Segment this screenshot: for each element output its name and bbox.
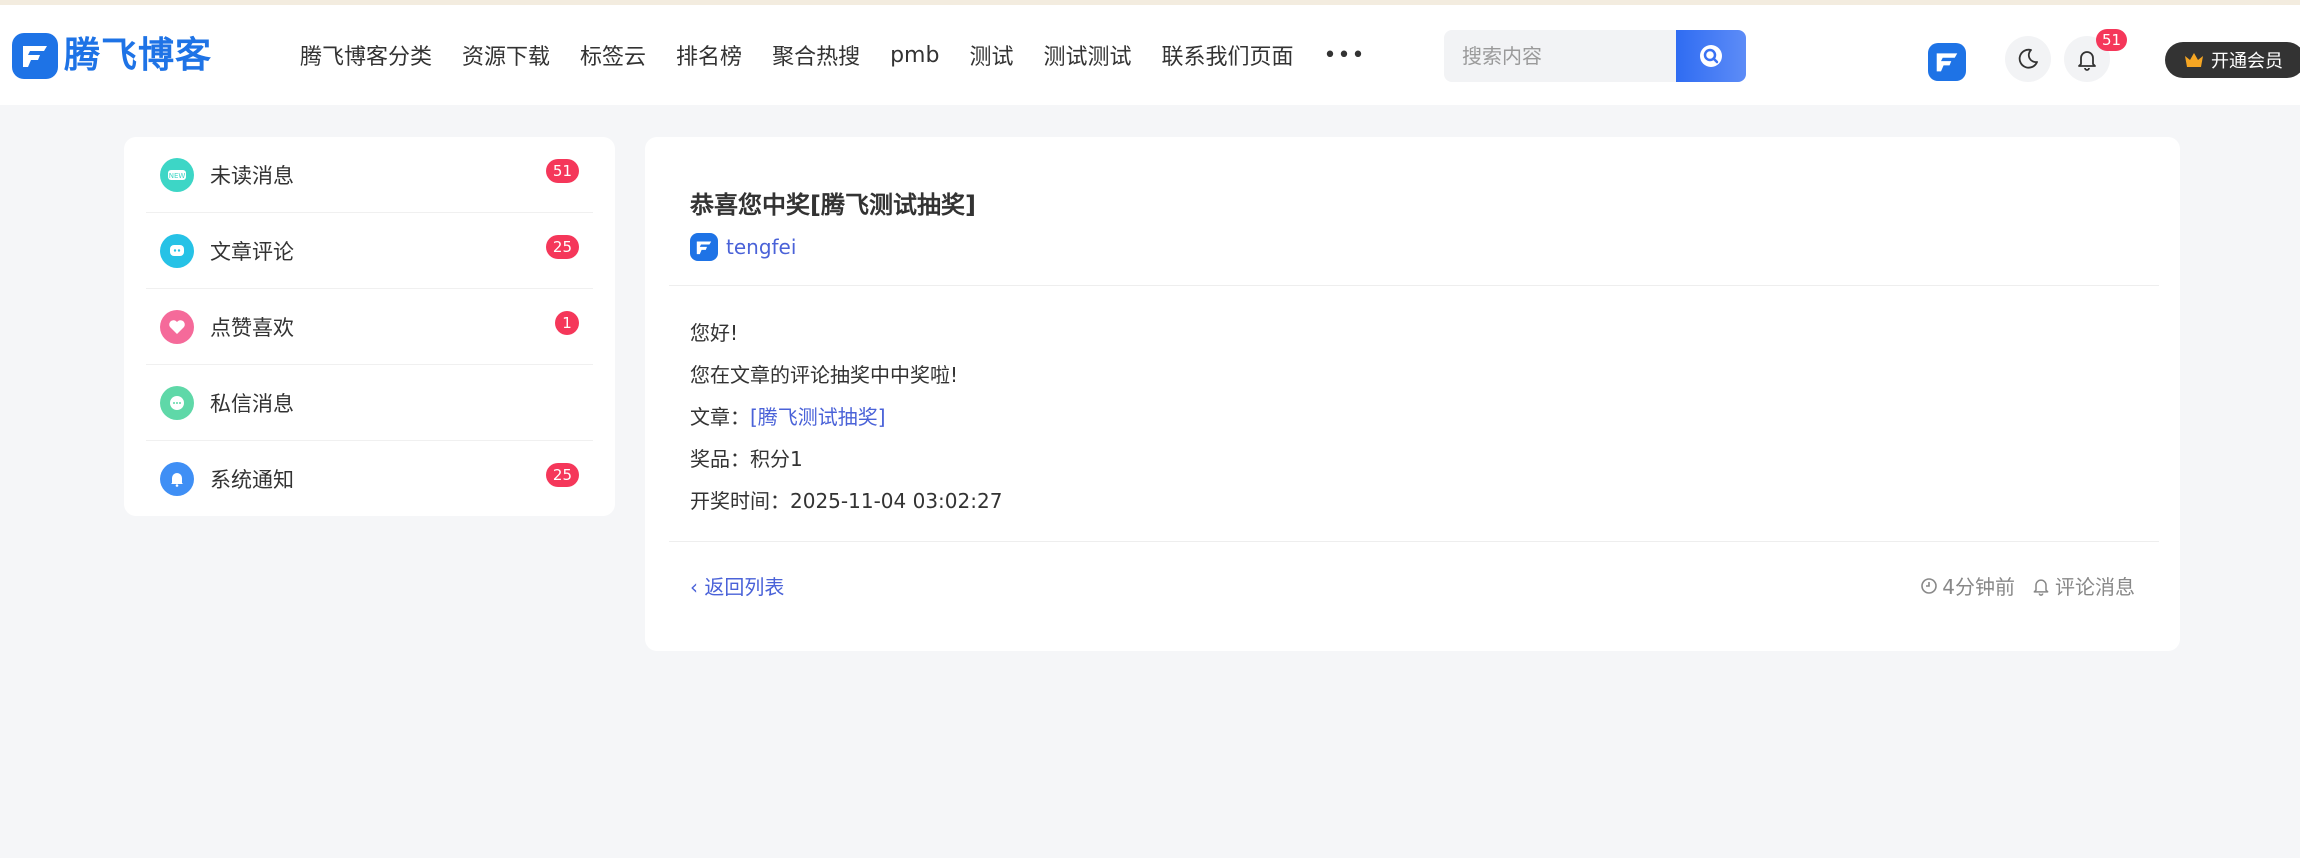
- message-body: 您好! 您在文章的评论抽奖中中奖啦! 文章：[腾飞测试抽奖] 奖品：积分1 开奖…: [690, 312, 1002, 522]
- site-header: 腾飞博客 腾飞博客分类 资源下载 标签云 排名榜 聚合热搜 pmb 测试 测试测…: [0, 5, 2300, 105]
- message-detail-card: 恭喜您中奖[腾飞测试抽奖] tengfei 您好! 您在文章的评论抽奖中中奖啦!…: [645, 137, 2180, 651]
- time-ago: 4分钟前: [1920, 571, 2015, 600]
- message-icon: [160, 385, 194, 420]
- author-avatar: [690, 233, 718, 261]
- site-logo[interactable]: 腾飞博客: [12, 31, 212, 81]
- chat-icon: [160, 233, 194, 268]
- author[interactable]: tengfei: [690, 233, 796, 261]
- bell-icon: [2033, 578, 2049, 596]
- moon-icon: [2018, 48, 2038, 69]
- nav-more-icon[interactable]: •••: [1324, 43, 1366, 68]
- search-icon: [1700, 45, 1722, 67]
- sidebar-item-comments[interactable]: 文章评论 25: [146, 213, 593, 289]
- nav-item-test-test[interactable]: 测试测试: [1043, 39, 1131, 71]
- category-text: 评论消息: [2055, 575, 2135, 599]
- article-label: 文章：: [690, 405, 750, 429]
- nav-item-hot-search[interactable]: 聚合热搜: [772, 39, 860, 71]
- chevron-left-icon: ‹: [690, 575, 698, 599]
- nav-item-category[interactable]: 腾飞博客分类: [300, 39, 432, 71]
- draw-time-label: 开奖时间：: [690, 489, 790, 513]
- greeting: 您好!: [690, 321, 739, 345]
- sidebar-item-label: 未读消息: [210, 163, 294, 188]
- main-nav: 腾飞博客分类 资源下载 标签云 排名榜 聚合热搜 pmb 测试 测试测试 联系我…: [300, 5, 1365, 105]
- nav-item-test[interactable]: 测试: [969, 39, 1013, 71]
- message-category: 评论消息: [2031, 571, 2135, 600]
- prize-label: 奖品：: [690, 447, 750, 471]
- nav-item-ranking[interactable]: 排名榜: [676, 39, 742, 71]
- vip-label: 开通会员: [2211, 51, 2283, 72]
- search-button[interactable]: [1676, 30, 1746, 82]
- sidebar-item-private-messages[interactable]: 私信消息: [146, 365, 593, 441]
- nav-item-contact[interactable]: 联系我们页面: [1161, 39, 1293, 71]
- sidebar-item-unread[interactable]: NEW 未读消息 51: [146, 137, 593, 213]
- logo-text: 腾飞博客: [64, 35, 213, 76]
- user-avatar[interactable]: [1928, 43, 1966, 81]
- back-to-list-link[interactable]: ‹ 返回列表: [690, 571, 784, 600]
- nav-item-pmb[interactable]: pmb: [890, 43, 939, 68]
- svg-text:NEW: NEW: [169, 172, 186, 180]
- comments-badge: 25: [545, 235, 579, 259]
- bell-icon: [2078, 51, 2096, 71]
- dark-mode-toggle[interactable]: [2005, 36, 2051, 82]
- article-row: 文章：[腾飞测试抽奖]: [690, 396, 1002, 438]
- draw-time-value: 2025-11-04 03:02:27: [790, 489, 1003, 513]
- author-name: tengfei: [726, 235, 797, 259]
- time-ago-text: 4分钟前: [1942, 575, 2015, 599]
- draw-time-row: 开奖时间：2025-11-04 03:02:27: [690, 480, 1002, 522]
- nav-item-downloads[interactable]: 资源下载: [462, 39, 550, 71]
- message-sidebar: NEW 未读消息 51 文章评论 25 点赞喜欢 1 私信消息 系统通知 25: [124, 137, 615, 516]
- new-icon: NEW: [160, 157, 194, 192]
- prize-value: 积分1: [750, 447, 803, 471]
- crown-icon: [2185, 53, 2203, 67]
- notification-badge: 51: [2096, 29, 2128, 51]
- sidebar-item-label: 私信消息: [210, 391, 294, 416]
- sidebar-item-label: 文章评论: [210, 239, 294, 264]
- logo-mark-icon: [12, 33, 58, 79]
- sidebar-item-likes[interactable]: 点赞喜欢 1: [146, 289, 593, 365]
- back-label: 返回列表: [704, 575, 785, 599]
- sidebar-item-label: 点赞喜欢: [210, 315, 294, 340]
- message-meta: 4分钟前 评论消息: [1920, 571, 2135, 600]
- sidebar-item-system-notice[interactable]: 系统通知 25: [146, 441, 593, 517]
- bell-icon: [160, 462, 194, 496]
- body-line: 您在文章的评论抽奖中中奖啦!: [690, 363, 959, 387]
- search-box: [1444, 30, 1746, 82]
- divider: [669, 285, 2159, 286]
- message-title: 恭喜您中奖[腾飞测试抽奖]: [690, 191, 976, 219]
- divider: [669, 541, 2159, 542]
- system-notice-badge: 25: [545, 463, 579, 487]
- clock-icon: [1921, 577, 1938, 594]
- heart-icon: [160, 309, 194, 344]
- prize-row: 奖品：积分1: [690, 438, 1002, 480]
- search-input[interactable]: [1444, 30, 1676, 82]
- likes-badge: 1: [555, 311, 579, 335]
- unread-badge: 51: [545, 159, 579, 183]
- sidebar-item-label: 系统通知: [210, 468, 294, 492]
- article-link[interactable]: [腾飞测试抽奖]: [750, 405, 886, 429]
- vip-button[interactable]: 开通会员: [2165, 42, 2300, 78]
- nav-item-tag-cloud[interactable]: 标签云: [580, 39, 646, 71]
